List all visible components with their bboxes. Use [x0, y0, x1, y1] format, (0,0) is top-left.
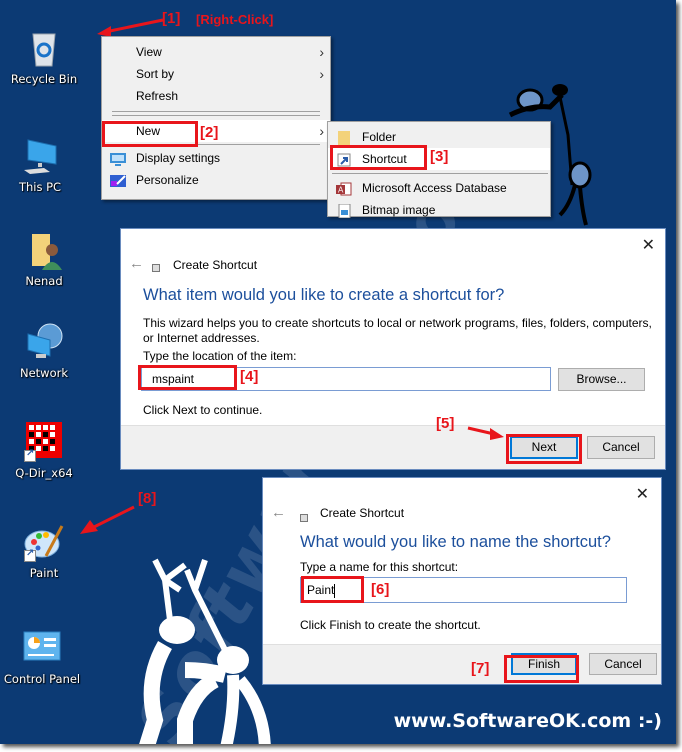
close-icon[interactable]: ✕	[642, 235, 655, 255]
step6-label: [6]	[371, 581, 390, 598]
desktop-icon-this-pc[interactable]: This PC	[0, 136, 84, 194]
menu-item-refresh[interactable]: Refresh	[102, 85, 330, 107]
step3-highlight	[330, 145, 427, 170]
create-shortcut-dialog-location: ✕ ← Create Shortcut What item would you …	[120, 228, 666, 470]
desktop-icon-network[interactable]: Network	[0, 322, 88, 380]
desktop[interactable]: SoftwareOK.com Recycle Bin This PC N	[0, 0, 676, 744]
qdir-icon	[24, 422, 64, 462]
desktop-icon-control-panel[interactable]: Control Panel	[0, 628, 86, 686]
shortcut-small-icon	[152, 264, 160, 272]
step8-arrow	[80, 505, 135, 534]
step4-highlight	[138, 365, 237, 390]
shortcut-overlay-icon	[24, 448, 36, 462]
menu-separator	[112, 115, 320, 116]
dialog-title: Create Shortcut	[320, 506, 405, 520]
menu-item-personalize[interactable]: Personalize	[102, 169, 330, 191]
user-folder-icon	[24, 230, 64, 270]
dancing-figures-decoration	[139, 558, 271, 744]
this-pc-icon	[20, 136, 60, 176]
chevron-right-icon: ›	[319, 44, 324, 60]
dialog-footer: Next Cancel	[121, 425, 665, 469]
shortcut-overlay-icon	[24, 548, 36, 562]
bitmap-icon	[336, 203, 352, 219]
dialog-title: Create Shortcut	[173, 258, 258, 272]
step7-label: [7]	[471, 660, 490, 677]
step6-highlight	[301, 576, 364, 603]
dialog-hint: Click Finish to create the shortcut.	[300, 618, 481, 632]
step2-label: [2]	[200, 124, 219, 141]
step3-label: [3]	[430, 148, 449, 165]
control-panel-icon	[22, 628, 62, 668]
menu-item-bitmap-image[interactable]: Bitmap image	[328, 199, 550, 221]
browse-button[interactable]: Browse...	[558, 368, 645, 391]
desktop-icon-recycle-bin[interactable]: Recycle Bin	[0, 28, 88, 86]
desktop-icon-paint[interactable]: Paint	[0, 522, 88, 580]
dialog-description: This wizard helps you to create shortcut…	[143, 316, 652, 345]
cancel-button[interactable]: Cancel	[587, 436, 655, 459]
recycle-bin-icon	[24, 28, 64, 68]
back-arrow-icon[interactable]: ←	[129, 255, 144, 272]
location-field-label: Type the location of the item:	[143, 349, 297, 363]
step1-note: [Right-Click]	[196, 12, 274, 27]
step1-label: [1]	[162, 10, 181, 27]
step8-label: [8]	[138, 490, 157, 507]
step1-arrow	[97, 18, 164, 37]
access-icon: A	[336, 181, 352, 196]
svg-text:A: A	[338, 186, 344, 195]
menu-item-view[interactable]: View ›	[102, 41, 330, 63]
step5-highlight	[506, 434, 582, 464]
step4-label: [4]	[240, 368, 259, 385]
menu-item-access-database[interactable]: A Microsoft Access Database	[328, 177, 550, 199]
menu-separator	[112, 111, 320, 112]
menu-separator	[332, 173, 548, 174]
step2-highlight	[102, 121, 198, 147]
desktop-icon-nenad[interactable]: Nenad	[0, 230, 88, 288]
chevron-right-icon: ›	[319, 123, 324, 139]
menu-item-sort-by[interactable]: Sort by ›	[102, 63, 330, 85]
network-icon	[24, 322, 64, 362]
step5-label: [5]	[436, 415, 455, 432]
menu-item-display-settings[interactable]: Display settings	[102, 147, 330, 169]
cancel-button[interactable]: Cancel	[589, 653, 657, 675]
name-field-label: Type a name for this shortcut:	[300, 560, 459, 574]
step7-highlight	[504, 655, 579, 683]
shortcut-small-icon	[300, 514, 308, 522]
back-arrow-icon[interactable]: ←	[271, 504, 286, 521]
display-settings-icon	[110, 151, 126, 166]
dialog-heading: What item would you like to create a sho…	[143, 286, 505, 304]
close-icon[interactable]: ✕	[636, 484, 649, 504]
step5-arrow	[467, 426, 504, 440]
dialog-heading: What would you like to name the shortcut…	[300, 533, 611, 551]
brand-footer: www.SoftwareOK.com :-)	[393, 710, 662, 732]
dialog-footer: Finish Cancel	[263, 644, 661, 684]
personalize-icon	[110, 173, 126, 187]
folder-icon	[336, 130, 352, 145]
dialog-hint: Click Next to continue.	[143, 403, 263, 417]
desktop-context-menu: View › Sort by › Refresh New › Display s…	[101, 36, 331, 200]
chevron-right-icon: ›	[319, 66, 324, 82]
paint-icon	[24, 522, 64, 562]
desktop-icon-qdir[interactable]: Q-Dir_x64	[0, 422, 88, 480]
